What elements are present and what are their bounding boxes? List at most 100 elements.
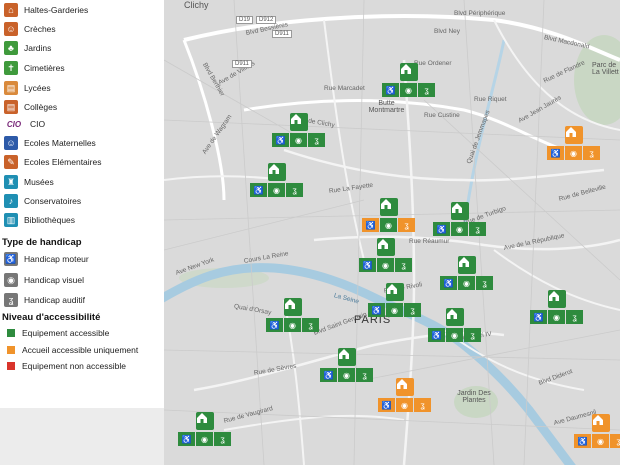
- wheelchair-icon: ♿: [574, 434, 591, 448]
- legend-item-cimetieres[interactable]: ✝ Cimetières: [4, 60, 65, 76]
- legend-item-creches[interactable]: ☺ Crèches: [4, 21, 56, 37]
- legend-item-conservatoires[interactable]: ♪ Conservatoires: [4, 193, 81, 209]
- library-marker[interactable]: ♿ ◉ ʓ: [433, 202, 487, 242]
- eye-icon: ◉: [196, 432, 213, 446]
- legend-item-cio[interactable]: CIO CIO: [4, 116, 45, 132]
- map-label-villette: Parc de La Villett: [592, 62, 619, 76]
- eye-icon: ◉: [446, 328, 463, 342]
- legend-item-haltes-garderies[interactable]: ⌂ Haltes-Garderies: [4, 2, 88, 18]
- street-label: Rue Riquet: [474, 96, 507, 103]
- map-label-clichy: Clichy: [184, 0, 209, 10]
- ear-icon: ʓ: [395, 258, 412, 272]
- map-legend: ⌂ Haltes-Garderies ☺ Crèches ♣ Jardins ✝ Cim…: [0, 0, 164, 408]
- ear-icon: ʓ: [308, 133, 325, 147]
- legend-item-label: Ecoles Maternelles: [24, 138, 96, 148]
- ear-icon: ʓ: [464, 328, 481, 342]
- eye-icon: ◉: [380, 218, 397, 232]
- legend-item-handicap-visuel[interactable]: ◉ Handicap visuel: [4, 272, 84, 288]
- legend-item-label: Collèges: [24, 102, 58, 112]
- wheelchair-icon: ♿: [266, 318, 283, 332]
- library-marker[interactable]: ♿ ◉ ʓ: [272, 113, 326, 153]
- legend-item-accessible[interactable]: Equipement accessible: [4, 325, 109, 341]
- library-marker[interactable]: ♿ ◉ ʓ: [547, 126, 601, 166]
- library-marker[interactable]: ♿ ◉ ʓ: [250, 163, 304, 203]
- library-icon: [396, 378, 414, 396]
- ear-icon: ʓ: [302, 318, 319, 332]
- legend-item-reception-only[interactable]: Accueil accessible uniquement: [4, 342, 138, 358]
- tree-icon: ♣: [4, 41, 18, 55]
- library-icon: [592, 414, 610, 432]
- library-marker[interactable]: ♿ ◉ ʓ: [382, 63, 436, 103]
- legend-item-label: Conservatoires: [24, 196, 82, 206]
- legend-item-label: Handicap auditif: [24, 295, 85, 305]
- ear-icon: ʓ: [476, 276, 493, 290]
- street-label: Rue Custine: [424, 112, 460, 119]
- legend-item-label: Handicap visuel: [24, 275, 85, 285]
- library-icon: [548, 290, 566, 308]
- library-marker[interactable]: ♿ ◉ ʓ: [362, 198, 416, 238]
- library-icon: [565, 126, 583, 144]
- cio-logo-icon: CIO: [6, 119, 22, 129]
- eye-icon: ◉: [284, 318, 301, 332]
- road-number: D911: [232, 60, 252, 68]
- library-marker[interactable]: ♿ ◉ ʓ: [266, 298, 320, 338]
- wheelchair-icon: ♿: [178, 432, 195, 446]
- eye-icon: ◉: [338, 368, 355, 382]
- library-icon: [458, 256, 476, 274]
- ear-icon: ʓ: [398, 218, 415, 232]
- library-icon: [290, 113, 308, 131]
- ear-icon: ʓ: [583, 146, 600, 160]
- eye-icon: ◉: [290, 133, 307, 147]
- legend-item-bibliotheques[interactable]: ▥ Bibliothèques: [4, 212, 75, 228]
- legend-item-colleges[interactable]: ▤ Collèges: [4, 99, 57, 115]
- museum-icon: ♜: [4, 175, 18, 189]
- ear-icon: ʓ: [214, 432, 231, 446]
- library-marker[interactable]: ♿ ◉ ʓ: [530, 290, 584, 330]
- legend-item-lycees[interactable]: ▤ Lycées: [4, 80, 51, 96]
- library-marker[interactable]: ♿ ◉ ʓ: [359, 238, 413, 278]
- legend-item-ecoles-maternelles[interactable]: ☺ Ecoles Maternelles: [4, 135, 96, 151]
- road-number: D911: [272, 30, 292, 38]
- legend-item-label: Equipement non accessible: [22, 361, 126, 371]
- legend-item-handicap-moteur[interactable]: ♿ Handicap moteur: [4, 251, 89, 267]
- not-accessible-swatch: [7, 362, 15, 370]
- library-icon: [338, 348, 356, 366]
- ear-icon: ʓ: [414, 398, 431, 412]
- legend-item-jardins[interactable]: ♣ Jardins: [4, 40, 51, 56]
- eye-icon: ◉: [396, 398, 413, 412]
- legend-item-label: Cimetières: [24, 63, 65, 73]
- legend-item-not-accessible[interactable]: Equipement non accessible: [4, 358, 126, 374]
- ear-icon: ʓ: [610, 434, 620, 448]
- library-marker[interactable]: ♿ ◉ ʓ: [178, 412, 232, 452]
- child-icon: ☺: [4, 136, 18, 150]
- wheelchair-icon: ♿: [362, 218, 379, 232]
- library-marker[interactable]: ♿ ◉ ʓ: [428, 308, 482, 348]
- library-icon: [377, 238, 395, 256]
- legend-item-musees[interactable]: ♜ Musées: [4, 174, 54, 190]
- street-label: Rue Marcadet: [324, 85, 365, 92]
- ear-icon: ʓ: [418, 83, 435, 97]
- ear-icon: ʓ: [4, 293, 18, 307]
- wheelchair-icon: ♿: [359, 258, 376, 272]
- library-marker[interactable]: ♿ ◉ ʓ: [378, 378, 432, 418]
- map-label-jardin-des-plantes: Jardin Des Plantes: [457, 390, 491, 404]
- eye-icon: ◉: [268, 183, 285, 197]
- wheelchair-icon: ♿: [547, 146, 564, 160]
- library-icon: [446, 308, 464, 326]
- legend-item-ecoles-elementaires[interactable]: ✎ Ecoles Elémentaires: [4, 154, 101, 170]
- legend-item-label: Jardins: [24, 43, 52, 53]
- library-marker[interactable]: ♿ ◉ ʓ: [320, 348, 374, 388]
- library-marker[interactable]: ♿ ◉ ʓ: [440, 256, 494, 296]
- map-canvas[interactable]: Clichy Butte Montmartre PARIS Jardin Des…: [164, 0, 620, 465]
- legend-item-label: Handicap moteur: [24, 254, 89, 264]
- road-number: D19: [236, 16, 254, 24]
- stroller-icon: ⌂: [4, 3, 18, 17]
- library-marker[interactable]: ♿ ◉ ʓ: [368, 283, 422, 323]
- library-marker[interactable]: ♿ ◉ ʓ: [574, 414, 620, 454]
- legend-item-handicap-auditif[interactable]: ʓ Handicap auditif: [4, 292, 85, 308]
- eye-icon: ◉: [592, 434, 609, 448]
- street-label: Blvd Ney: [434, 28, 461, 35]
- wheelchair-icon: ♿: [250, 183, 267, 197]
- eye-icon: ◉: [400, 83, 417, 97]
- library-icon: [451, 202, 469, 220]
